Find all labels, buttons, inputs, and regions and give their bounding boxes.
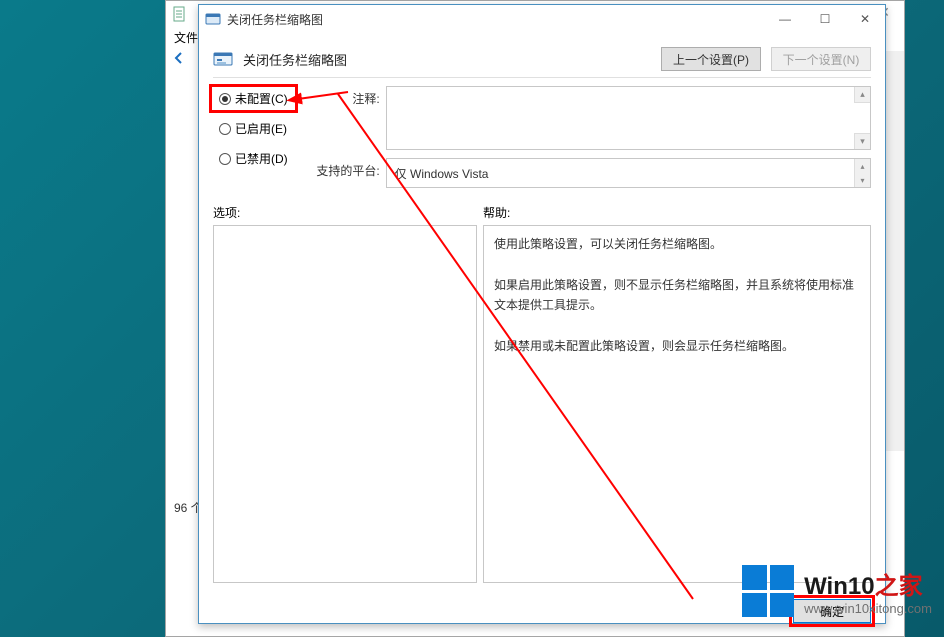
document-icon: [172, 6, 188, 22]
watermark-brand-b: 之家: [875, 573, 923, 600]
radio-not-configured[interactable]: 未配置(C): [213, 88, 294, 109]
window-icon: [205, 11, 221, 27]
header-title: 关闭任务栏缩略图: [243, 50, 347, 69]
supported-platform-box: 仅 Windows Vista ▴ ▾: [386, 158, 871, 188]
radio-label: 已禁用(D): [235, 150, 288, 167]
header-row: 关闭任务栏缩略图 上一个设置(P) 下一个设置(N): [199, 33, 885, 77]
radio-label: 未配置(C): [235, 90, 288, 107]
close-button[interactable]: ✕: [845, 5, 885, 33]
maximize-button[interactable]: ☐: [805, 5, 845, 33]
radio-dot-icon: [219, 93, 231, 105]
radio-label: 已启用(E): [235, 120, 287, 137]
help-panel: 使用此策略设置，可以关闭任务栏缩略图。 如果启用此策略设置，则不显示任务栏缩略图…: [483, 225, 871, 583]
title-text: 关闭任务栏缩略图: [227, 11, 765, 28]
comment-textbox[interactable]: ▴ ▾: [386, 86, 871, 150]
scroll-down-icon[interactable]: ▾: [854, 133, 870, 149]
scroll-up-icon[interactable]: ▴: [854, 159, 870, 173]
platform-value: 仅 Windows Vista: [395, 167, 489, 181]
radio-dot-icon: [219, 123, 231, 135]
watermark-url: www.win10xitong.com: [804, 601, 932, 616]
platform-label: 支持的平台:: [316, 158, 386, 179]
titlebar: 关闭任务栏缩略图 — ☐ ✕: [199, 5, 885, 33]
radio-disabled[interactable]: 已禁用(D): [213, 148, 294, 169]
options-panel: [213, 225, 477, 583]
comment-label: 注释:: [316, 86, 386, 107]
watermark-brand-a: Win10: [804, 573, 874, 600]
watermark: Win10之家 www.win10xitong.com: [742, 565, 932, 617]
windows-logo-icon: [742, 565, 794, 617]
policy-icon: [213, 49, 233, 69]
help-label: 帮助:: [483, 204, 510, 221]
options-label: 选项:: [213, 204, 483, 221]
bg-right-panel: [884, 51, 904, 451]
next-setting-button: 下一个设置(N): [771, 47, 871, 71]
radio-group: 未配置(C) 已启用(E) 已禁用(D): [213, 86, 294, 169]
scroll-down-icon[interactable]: ▾: [854, 173, 870, 187]
policy-dialog: 关闭任务栏缩略图 — ☐ ✕ 关闭任务栏缩略图 上一个设置(P) 下一个设置(N…: [198, 4, 886, 624]
radio-enabled[interactable]: 已启用(E): [213, 118, 294, 139]
minimize-button[interactable]: —: [765, 5, 805, 33]
prev-setting-button[interactable]: 上一个设置(P): [661, 47, 761, 71]
scroll-up-icon[interactable]: ▴: [854, 87, 870, 103]
radio-dot-icon: [219, 153, 231, 165]
